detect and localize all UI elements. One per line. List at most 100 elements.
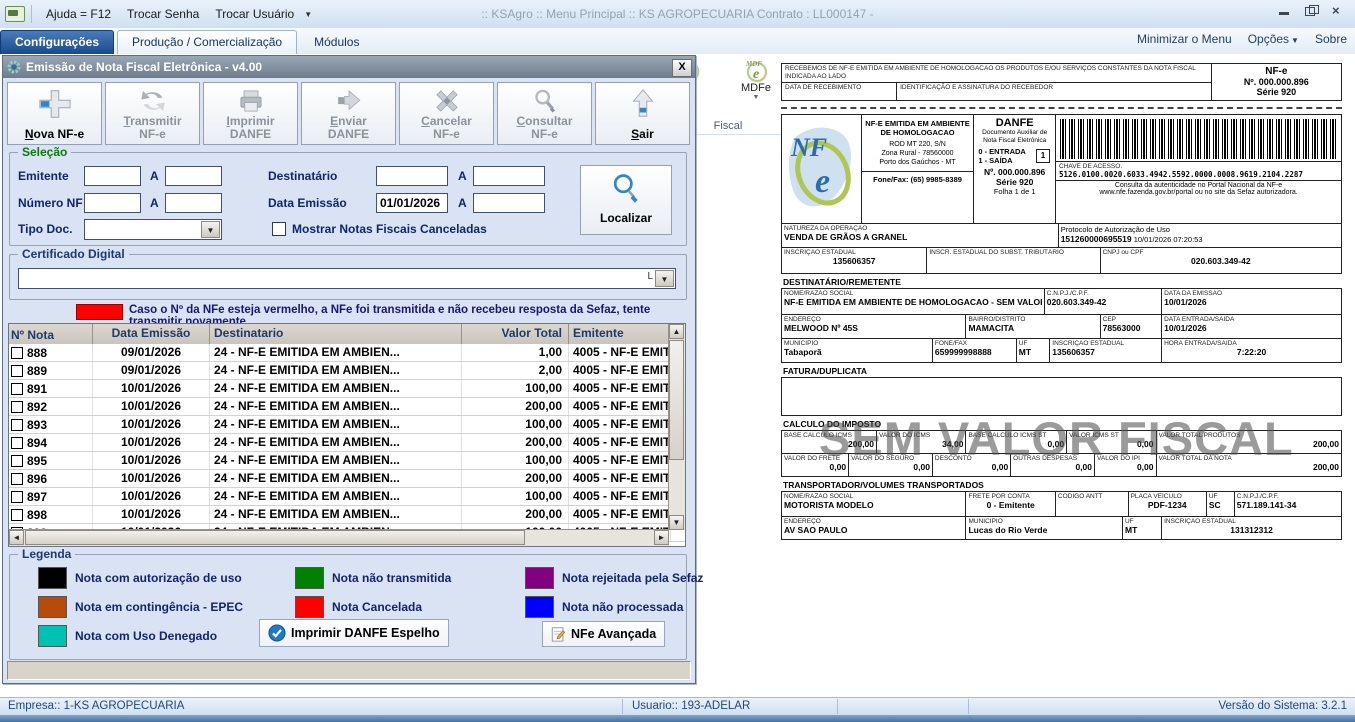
legend-item: Nota não processada [525, 596, 703, 618]
danfe-field: CNPJ ou CPF020.603.349-42 [1101, 248, 1341, 273]
transmit-arrow-icon [134, 87, 172, 115]
menu-item-trocar-usuario[interactable]: Trocar Usuário [207, 4, 302, 24]
table-row[interactable]: 89610/01/202624 - NF-E EMITIDA EM AMBIEN… [9, 470, 685, 488]
cancelar-nfe-button[interactable]: Cancelar NF-e [399, 82, 494, 145]
selecao-groupbox: Seleção Emitente A Número NF A Tipo Doc.… [9, 152, 687, 246]
header-emitente[interactable]: Emitente [569, 324, 671, 344]
close-icon[interactable]: × [1332, 5, 1345, 16]
emissao-close-button[interactable]: X [672, 59, 692, 77]
tipo-doc-combobox[interactable]: ▼ [84, 219, 222, 240]
row-checkbox[interactable] [11, 419, 23, 431]
danfe-field: VALOR TOTAL PRODUTOS200,00 [1157, 431, 1341, 453]
tab-configuracoes[interactable]: Configurações [0, 30, 114, 54]
opcoes-link[interactable]: Opções▼ [1248, 32, 1299, 46]
tab-producao-comercializacao[interactable]: Produção / Comercialização [117, 30, 297, 54]
enviar-danfe-button[interactable]: Enviar DANFE [301, 82, 396, 145]
table-row[interactable]: 88909/01/202624 - NF-E EMITIDA EM AMBIEN… [9, 362, 685, 380]
table-row[interactable]: 89110/01/202624 - NF-E EMITIDA EM AMBIEN… [9, 380, 685, 398]
destinatario-de-input[interactable] [376, 166, 448, 186]
sobre-link[interactable]: Sobre [1315, 32, 1347, 46]
minimizar-menu-link[interactable]: Minimizar o Menu [1137, 32, 1232, 46]
mostrar-canceladas-checkbox[interactable] [272, 222, 286, 236]
danfe-field-value: 10/01/2026 [1164, 323, 1339, 333]
mdfe-dropdown-caret-icon[interactable]: ▼ [734, 94, 778, 101]
row-checkbox[interactable] [11, 491, 23, 503]
destinatario-ate-input[interactable] [473, 166, 545, 186]
certificado-combobox[interactable]: L ▼ [18, 268, 676, 289]
legend-item: Nota rejeitada pela Sefaz [525, 567, 703, 589]
vertical-scrollbar[interactable]: ▲ ▼ [668, 324, 685, 530]
emissao-window-titlebar[interactable]: Emissão de Nota Fiscal Eletrônica - v4.0… [3, 56, 695, 78]
row-checkbox[interactable] [11, 509, 23, 521]
row-checkbox[interactable] [11, 401, 23, 413]
vertical-scroll-thumb[interactable] [669, 340, 684, 460]
emitente-ate-input[interactable] [165, 166, 222, 186]
header-valor-total[interactable]: Valor Total [462, 324, 569, 344]
transmitir-nfe-button[interactable]: Transmitir NF-e [105, 82, 200, 145]
danfe-field-label: NOME/RAZÃO SOCIAL [784, 493, 963, 500]
table-row[interactable]: 89510/01/202624 - NF-E EMITIDA EM AMBIEN… [9, 452, 685, 470]
menu-overflow-caret-icon[interactable]: ▼ [304, 10, 312, 19]
emitente-de-input[interactable] [84, 166, 141, 186]
scroll-left-icon[interactable]: ◄ [9, 530, 24, 545]
tipo-doc-dropdown-icon[interactable]: ▼ [201, 221, 220, 238]
cell-data: 10/01/2026 [93, 452, 210, 469]
row-checkbox[interactable] [11, 473, 23, 485]
imprimir-danfe-button[interactable]: Imprimir DANFE [203, 82, 298, 145]
danfe-field: DATA ENTRADA/SAIDA10/01/2026 [1162, 315, 1341, 338]
minimize-icon[interactable] [1278, 5, 1291, 16]
certificado-dropdown-icon[interactable]: ▼ [655, 270, 674, 287]
table-row[interactable]: 89310/01/202624 - NF-E EMITIDA EM AMBIEN… [9, 416, 685, 434]
horizontal-scrollbar[interactable]: ◄ ► [9, 529, 669, 546]
table-row[interactable]: 89210/01/202624 - NF-E EMITIDA EM AMBIEN… [9, 398, 685, 416]
tab-modulos[interactable]: Módulos [300, 31, 373, 54]
data-emissao-label: Data Emissão [268, 196, 347, 210]
table-row[interactable]: 89810/01/202624 - NF-E EMITIDA EM AMBIEN… [9, 506, 685, 524]
danfe-field-value: 0,00 [1069, 439, 1153, 449]
row-checkbox[interactable] [11, 365, 23, 377]
nova-nfe-button[interactable]: Nova NF-e [7, 82, 102, 145]
nfe-avancada-button[interactable]: NFe Avançada [542, 621, 665, 647]
legend-color-swatch [38, 567, 67, 589]
numero-nf-ate-input[interactable] [165, 193, 222, 213]
bottom-strip [0, 715, 1355, 722]
danfe-field-label: VALOR TOTAL PRODUTOS [1159, 432, 1339, 439]
table-row[interactable]: 89410/01/202624 - NF-E EMITIDA EM AMBIEN… [9, 434, 685, 452]
mdfe-ribbon-button[interactable]: MDF e MDFe ▼ [734, 58, 778, 101]
header-numero[interactable]: Nº Nota [9, 324, 93, 344]
cell-emitente: 4005 - NF-E EMITIDA [569, 344, 671, 361]
menu-item-ajuda[interactable]: Ajuda = F12 [38, 4, 119, 24]
cell-emitente: 4005 - NF-E EMITIDA [569, 470, 671, 487]
data-emissao-ate-input[interactable] [473, 193, 545, 213]
row-checkbox[interactable] [11, 383, 23, 395]
cell-valor: 100,00 [462, 452, 569, 469]
row-checkbox[interactable] [11, 455, 23, 467]
chave-acesso-valor: 5126.0100.0020.6033.4942.5592.0000.0008.… [1059, 170, 1338, 179]
numero-nf-de-input[interactable] [84, 193, 141, 213]
data-emissao-de-input[interactable] [376, 193, 448, 213]
danfe-field-label: ENDEREÇO [784, 316, 963, 323]
imprimir-danfe-espelho-button[interactable]: Imprimir DANFE Espelho [259, 619, 449, 647]
header-destinatario[interactable]: Destinatario [210, 324, 462, 344]
sair-button[interactable]: Sair [595, 82, 690, 145]
danfe-field: C.N.P.J./C.P.F.571.189.141-34 [1235, 492, 1341, 516]
scroll-down-icon[interactable]: ▼ [669, 515, 684, 530]
table-row[interactable]: 88809/01/202624 - NF-E EMITIDA EM AMBIEN… [9, 344, 685, 362]
scroll-up-icon[interactable]: ▲ [669, 324, 684, 339]
horizontal-scroll-thumb[interactable] [25, 530, 525, 545]
nfe-logo-cell: NF e [782, 115, 862, 223]
scroll-right-icon[interactable]: ► [654, 530, 669, 545]
consultar-nfe-button[interactable]: Consultar NF-e [497, 82, 592, 145]
danfe-field: OUTRAS DESPESAS0,00 [1011, 454, 1095, 476]
menu-item-trocar-senha[interactable]: Trocar Senha [119, 4, 207, 24]
cell-numero: 898 [27, 508, 47, 522]
restore-icon[interactable] [1305, 5, 1318, 16]
header-data-emissao[interactable]: Data Emissão [93, 324, 210, 344]
inscricao-row: INSCRIÇÃO ESTADUAL135606357INSCR. ESTADU… [782, 248, 1341, 274]
localizar-button[interactable]: Localizar [580, 165, 672, 235]
row-checkbox[interactable] [11, 347, 23, 359]
row-checkbox[interactable] [11, 437, 23, 449]
danfe-field: NOME/RAZÃO SOCIALMOTORISTA MODELO [782, 492, 966, 516]
send-arrow-icon [330, 87, 368, 115]
table-row[interactable]: 89710/01/202624 - NF-E EMITIDA EM AMBIEN… [9, 488, 685, 506]
